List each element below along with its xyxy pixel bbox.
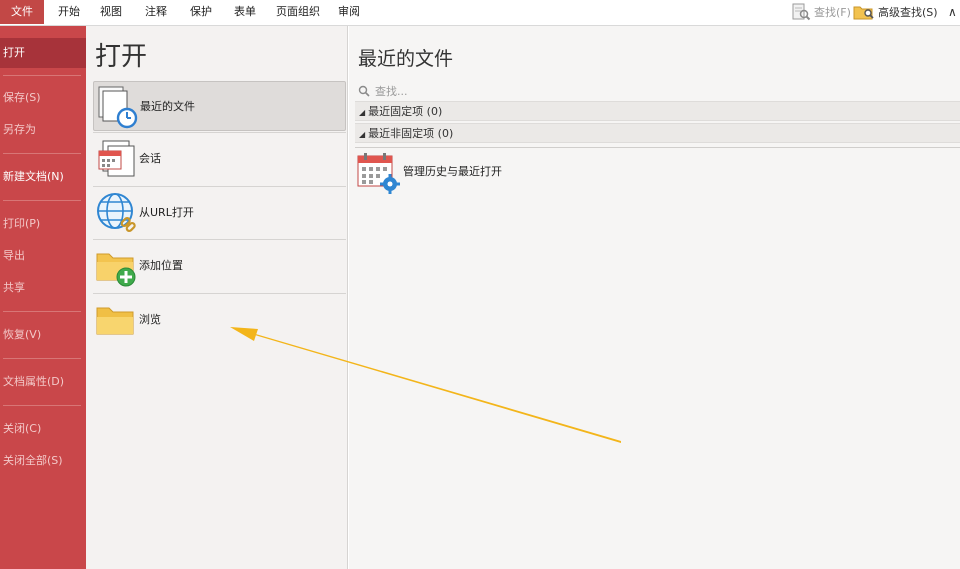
add-location[interactable]: 添加位置 — [93, 241, 346, 291]
recent-search-field[interactable]: 查找... — [358, 83, 558, 99]
nav-divider — [3, 153, 81, 154]
tab-home[interactable]: 开始 — [54, 0, 84, 24]
nav-divider — [3, 311, 81, 312]
advanced-find-label: 高级查找(S) — [878, 6, 938, 19]
nav-divider — [3, 405, 81, 406]
open-recent-files[interactable]: 最近的文件 — [93, 81, 346, 131]
divider — [93, 239, 346, 240]
nav-divider — [3, 358, 81, 359]
collapse-triangle-icon: ◢ — [359, 108, 366, 117]
advanced-find-button[interactable]: 高级查找(S) — [853, 2, 938, 22]
recent-files-title: 最近的文件 — [358, 48, 454, 70]
search-icon — [358, 85, 370, 97]
tab-view[interactable]: 视图 — [96, 0, 126, 24]
divider — [93, 132, 346, 133]
calendar-gear-icon — [357, 153, 400, 194]
nav-divider — [3, 200, 81, 201]
folder-add-icon — [96, 253, 136, 287]
tab-forms[interactable]: 表单 — [230, 0, 260, 24]
nav-save[interactable]: 保存(S) — [0, 86, 86, 110]
nav-open[interactable]: 打开 — [0, 38, 86, 68]
tab-file[interactable]: 文件 — [0, 0, 44, 24]
chevron-up-icon: ∧ — [948, 5, 957, 19]
tab-review[interactable]: 审阅 — [334, 0, 364, 24]
nav-print[interactable]: 打印(P) — [0, 212, 86, 236]
open-sessions-label: 会话 — [139, 152, 161, 165]
pinned-group-label: 最近固定项 (0) — [368, 105, 443, 118]
folder-icon — [96, 307, 134, 335]
browse[interactable]: 浏览 — [93, 295, 346, 345]
nav-revert[interactable]: 恢复(V) — [0, 323, 86, 347]
tab-comment[interactable]: 注释 — [141, 0, 171, 24]
open-from-url-label: 从URL打开 — [139, 206, 194, 219]
sessions-icon — [98, 140, 135, 177]
globe-link-icon — [97, 193, 136, 233]
nav-new-document[interactable]: 新建文档(N) — [0, 165, 86, 189]
page-title: 打开 — [95, 42, 148, 72]
backstage-nav: 打开 保存(S) 另存为 新建文档(N) 打印(P) 导出 共享 恢复(V) 文… — [0, 26, 86, 569]
nav-share[interactable]: 共享 — [0, 276, 86, 300]
nav-divider — [3, 75, 81, 76]
ribbon-tab-bar: 文件 开始 视图 注释 保护 表单 页面组织 审阅 查找(F) 高级查找(S) … — [0, 0, 960, 26]
tab-protect[interactable]: 保护 — [186, 0, 216, 24]
manage-history-label: 管理历史与最近打开 — [403, 165, 502, 178]
divider — [93, 186, 346, 187]
folder-search-icon — [853, 6, 874, 20]
tab-page-organize[interactable]: 页面组织 — [272, 0, 324, 24]
recent-files-icon — [98, 86, 138, 129]
unpinned-group-header[interactable]: ◢ 最近非固定项 (0) — [355, 123, 960, 143]
nav-save-as[interactable]: 另存为 — [0, 118, 86, 142]
nav-close[interactable]: 关闭(C) — [0, 417, 86, 441]
nav-export[interactable]: 导出 — [0, 244, 86, 268]
find-label: 查找(F) — [814, 6, 851, 19]
manage-history-button[interactable]: 管理历史与最近打开 — [356, 150, 556, 194]
open-options-panel: 打开 最近的文件 会话 从URL打开 添加位置 浏览 — [86, 26, 348, 569]
find-button[interactable]: 查找(F) — [791, 2, 851, 22]
pinned-group-header[interactable]: ◢ 最近固定项 (0) — [355, 101, 960, 121]
open-from-url[interactable]: 从URL打开 — [93, 188, 346, 238]
collapse-ribbon-button[interactable]: ∧ — [948, 2, 957, 22]
open-recent-files-label: 最近的文件 — [140, 100, 195, 113]
collapse-triangle-icon: ◢ — [359, 130, 366, 139]
recent-search-placeholder: 查找... — [375, 85, 408, 98]
nav-close-all[interactable]: 关闭全部(S) — [0, 449, 86, 473]
add-location-label: 添加位置 — [139, 259, 183, 272]
divider — [93, 293, 346, 294]
recent-files-panel: 最近的文件 查找... ◢ 最近固定项 (0) ◢ 最近非固定项 (0) 管理历… — [349, 26, 960, 569]
find-icon — [792, 3, 811, 21]
divider — [355, 147, 960, 148]
open-sessions[interactable]: 会话 — [93, 134, 346, 184]
unpinned-group-label: 最近非固定项 (0) — [368, 127, 454, 140]
nav-properties[interactable]: 文档属性(D) — [0, 370, 86, 394]
browse-label: 浏览 — [139, 313, 161, 326]
